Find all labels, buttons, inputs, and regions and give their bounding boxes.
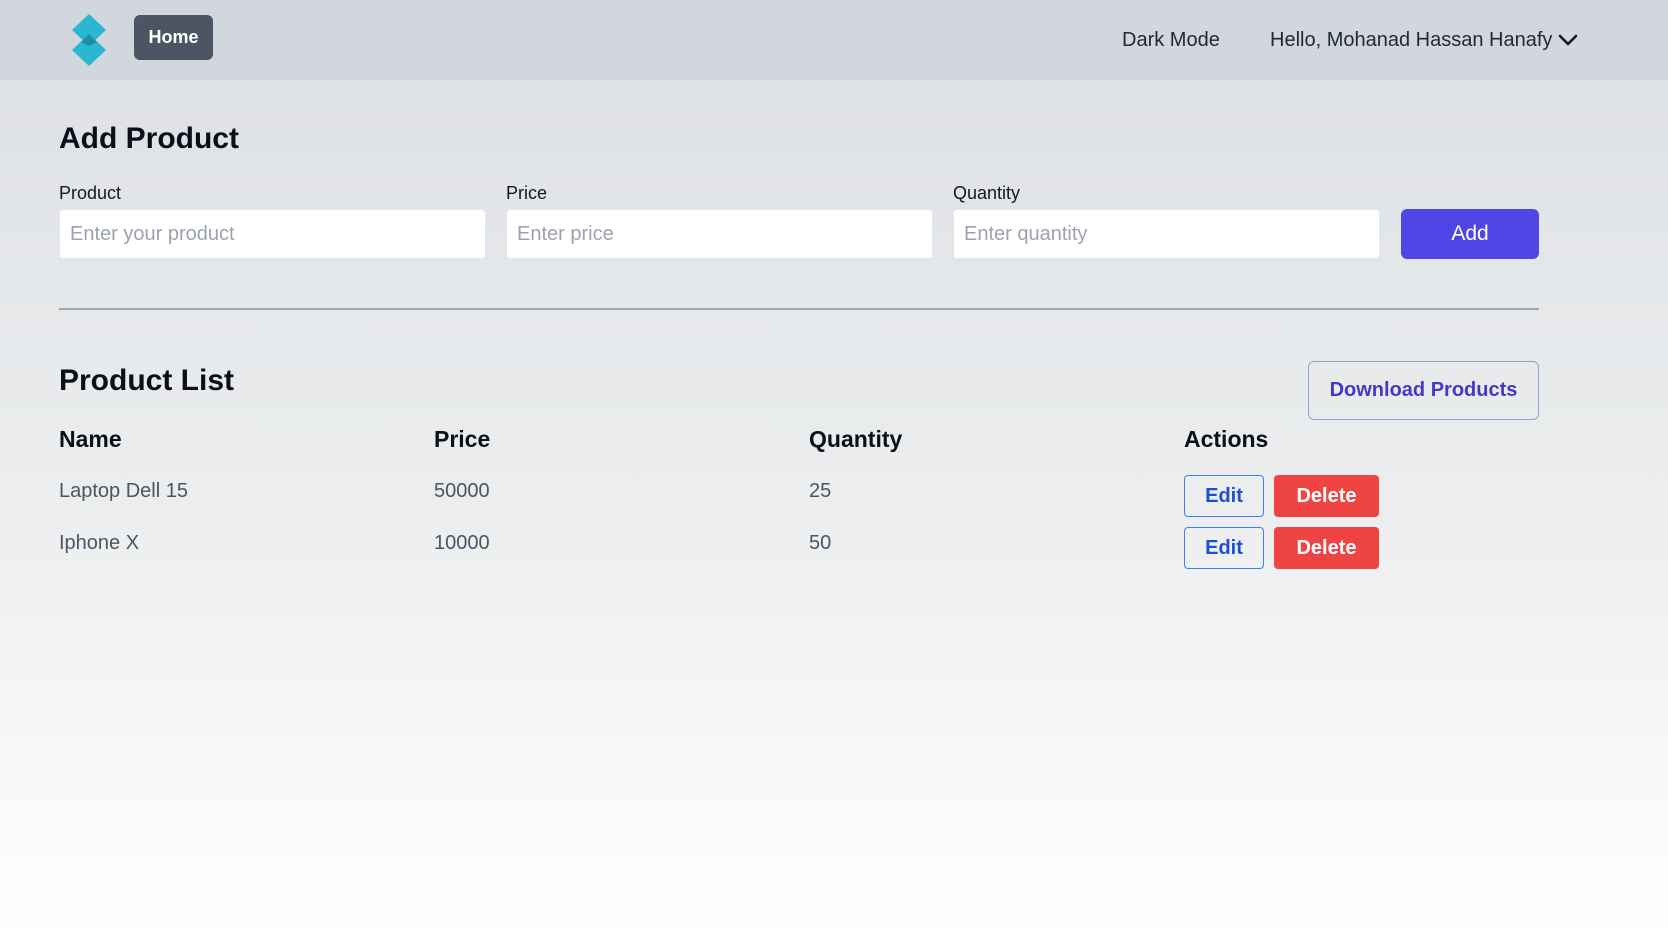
column-header-quantity: Quantity	[809, 426, 903, 452]
price-label: Price	[506, 183, 548, 203]
section-divider	[59, 308, 1539, 310]
top-navbar: Home Dark Mode Hello, Mohanad Hassan Han…	[0, 0, 1668, 80]
home-button[interactable]: Home	[134, 15, 213, 60]
column-header-actions: Actions	[1184, 426, 1269, 452]
column-header-price: Price	[434, 426, 491, 452]
product-name: Iphone X	[59, 532, 140, 554]
quantity-input[interactable]	[953, 209, 1380, 259]
add-product-title: Add Product	[59, 122, 239, 155]
add-button[interactable]: Add	[1401, 209, 1539, 259]
user-greeting: Hello, Mohanad Hassan Hanafy	[1270, 29, 1553, 51]
product-price: 10000	[434, 532, 490, 554]
quantity-label: Quantity	[953, 183, 1021, 203]
edit-button[interactable]: Edit	[1184, 475, 1264, 517]
user-menu[interactable]: Hello, Mohanad Hassan Hanafy	[1270, 26, 1578, 54]
brand-logo-icon[interactable]	[72, 14, 106, 66]
product-quantity: 50	[809, 532, 832, 554]
product-quantity: 25	[809, 480, 832, 502]
chevron-down-icon	[1559, 34, 1578, 46]
price-input[interactable]	[506, 209, 933, 259]
product-input[interactable]	[59, 209, 486, 259]
delete-button[interactable]: Delete	[1274, 475, 1379, 517]
product-price: 50000	[434, 480, 490, 502]
download-products-button[interactable]: Download Products	[1308, 361, 1539, 420]
column-header-name: Name	[59, 426, 122, 452]
edit-button[interactable]: Edit	[1184, 527, 1264, 569]
product-name: Laptop Dell 15	[59, 480, 188, 502]
delete-button[interactable]: Delete	[1274, 527, 1379, 569]
product-label: Product	[59, 183, 122, 203]
product-list-title: Product List	[59, 364, 235, 397]
dark-mode-toggle[interactable]: Dark Mode	[1122, 26, 1220, 54]
